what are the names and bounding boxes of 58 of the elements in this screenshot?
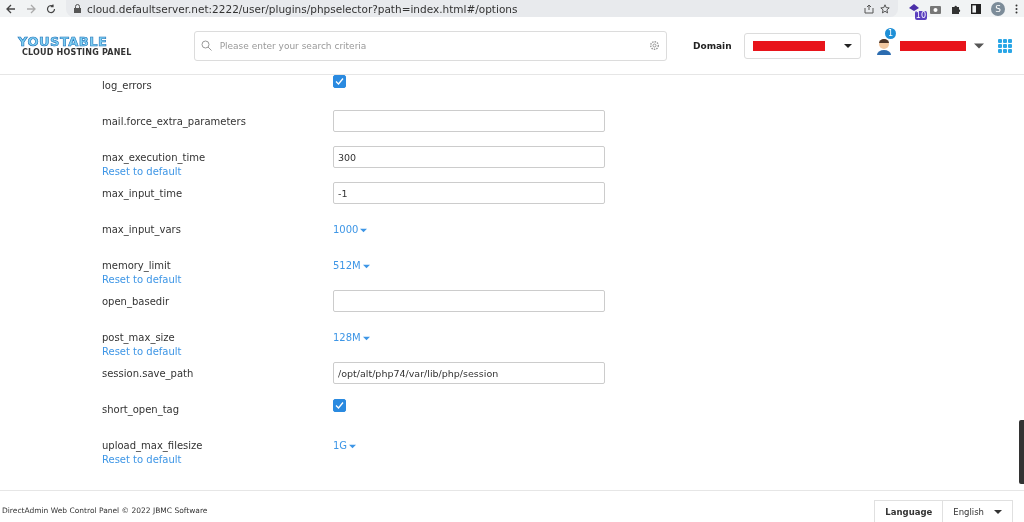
option-name: log_errors: [102, 79, 153, 93]
domain-label: Domain: [693, 40, 732, 51]
value-dropdown[interactable]: 1G: [333, 439, 357, 453]
option-name: max_execution_time: [102, 151, 207, 165]
text-field[interactable]: 300: [333, 146, 605, 168]
domain-select[interactable]: [743, 32, 861, 59]
reload-icon[interactable]: [46, 3, 56, 14]
text-field[interactable]: [333, 110, 605, 132]
redaction-mark: [900, 40, 966, 51]
notification-badge: 1: [885, 27, 896, 39]
language-label: Language: [874, 500, 944, 522]
checkbox[interactable]: [333, 75, 346, 88]
caret-icon: [349, 442, 357, 450]
option-name: open_basedir: [102, 295, 171, 309]
scrollbar[interactable]: [1019, 420, 1024, 484]
text-field[interactable]: -1: [333, 182, 605, 204]
text-field[interactable]: [333, 290, 605, 312]
option-name: session.save_path: [102, 367, 195, 381]
address-bar[interactable]: cloud.defaultserver.net:2222/user/plugins/phpselector?path=index.html#/options: [66, 0, 898, 17]
reset-link[interactable]: Reset to default: [102, 453, 333, 467]
caret-icon: [994, 507, 1002, 516]
caret-icon: [844, 41, 852, 50]
sidebar-icon[interactable]: [971, 3, 981, 14]
share-icon[interactable]: [864, 3, 874, 14]
star-icon[interactable]: [880, 3, 890, 14]
caret-icon: [362, 334, 370, 342]
caret-icon: [362, 262, 370, 270]
back-icon[interactable]: [6, 3, 16, 14]
option-name: memory_limit: [102, 259, 172, 273]
value-dropdown[interactable]: 1000: [333, 223, 368, 237]
puzzle-icon[interactable]: [951, 3, 961, 14]
option-name: upload_max_filesize: [102, 439, 204, 453]
value-dropdown[interactable]: 512M: [333, 259, 370, 273]
value-dropdown[interactable]: 128M: [333, 331, 370, 345]
option-name: max_input_time: [102, 187, 184, 201]
caret-icon: [360, 226, 368, 234]
apps-grid-icon[interactable]: [998, 38, 1012, 53]
logo-title: YOUSTABLE: [18, 34, 108, 48]
menu-icon[interactable]: [1015, 3, 1018, 14]
reset-link[interactable]: Reset to default: [102, 345, 333, 359]
user-avatar-icon[interactable]: [876, 36, 892, 55]
text-field[interactable]: /opt/alt/php74/var/lib/php/session: [333, 362, 605, 384]
settings-icon[interactable]: [649, 40, 660, 51]
language-select[interactable]: English: [943, 500, 1013, 522]
option-name: mail.force_extra_parameters: [102, 115, 247, 129]
checkbox[interactable]: [333, 399, 346, 412]
extension-badge: 10: [914, 10, 927, 20]
option-name: post_max_size: [102, 331, 176, 345]
camera-icon[interactable]: [930, 3, 941, 14]
option-name: short_open_tag: [102, 403, 181, 417]
search-field[interactable]: Please enter your search criteria: [193, 30, 667, 61]
logo-subtitle: CLOUD HOSTING PANEL: [22, 47, 132, 57]
reset-link[interactable]: Reset to default: [102, 165, 333, 179]
lock-icon: [74, 4, 81, 13]
reset-link[interactable]: Reset to default: [102, 273, 333, 287]
search-icon: [200, 40, 212, 51]
option-name: max_input_vars: [102, 223, 182, 237]
profile-avatar[interactable]: S: [991, 1, 1005, 16]
